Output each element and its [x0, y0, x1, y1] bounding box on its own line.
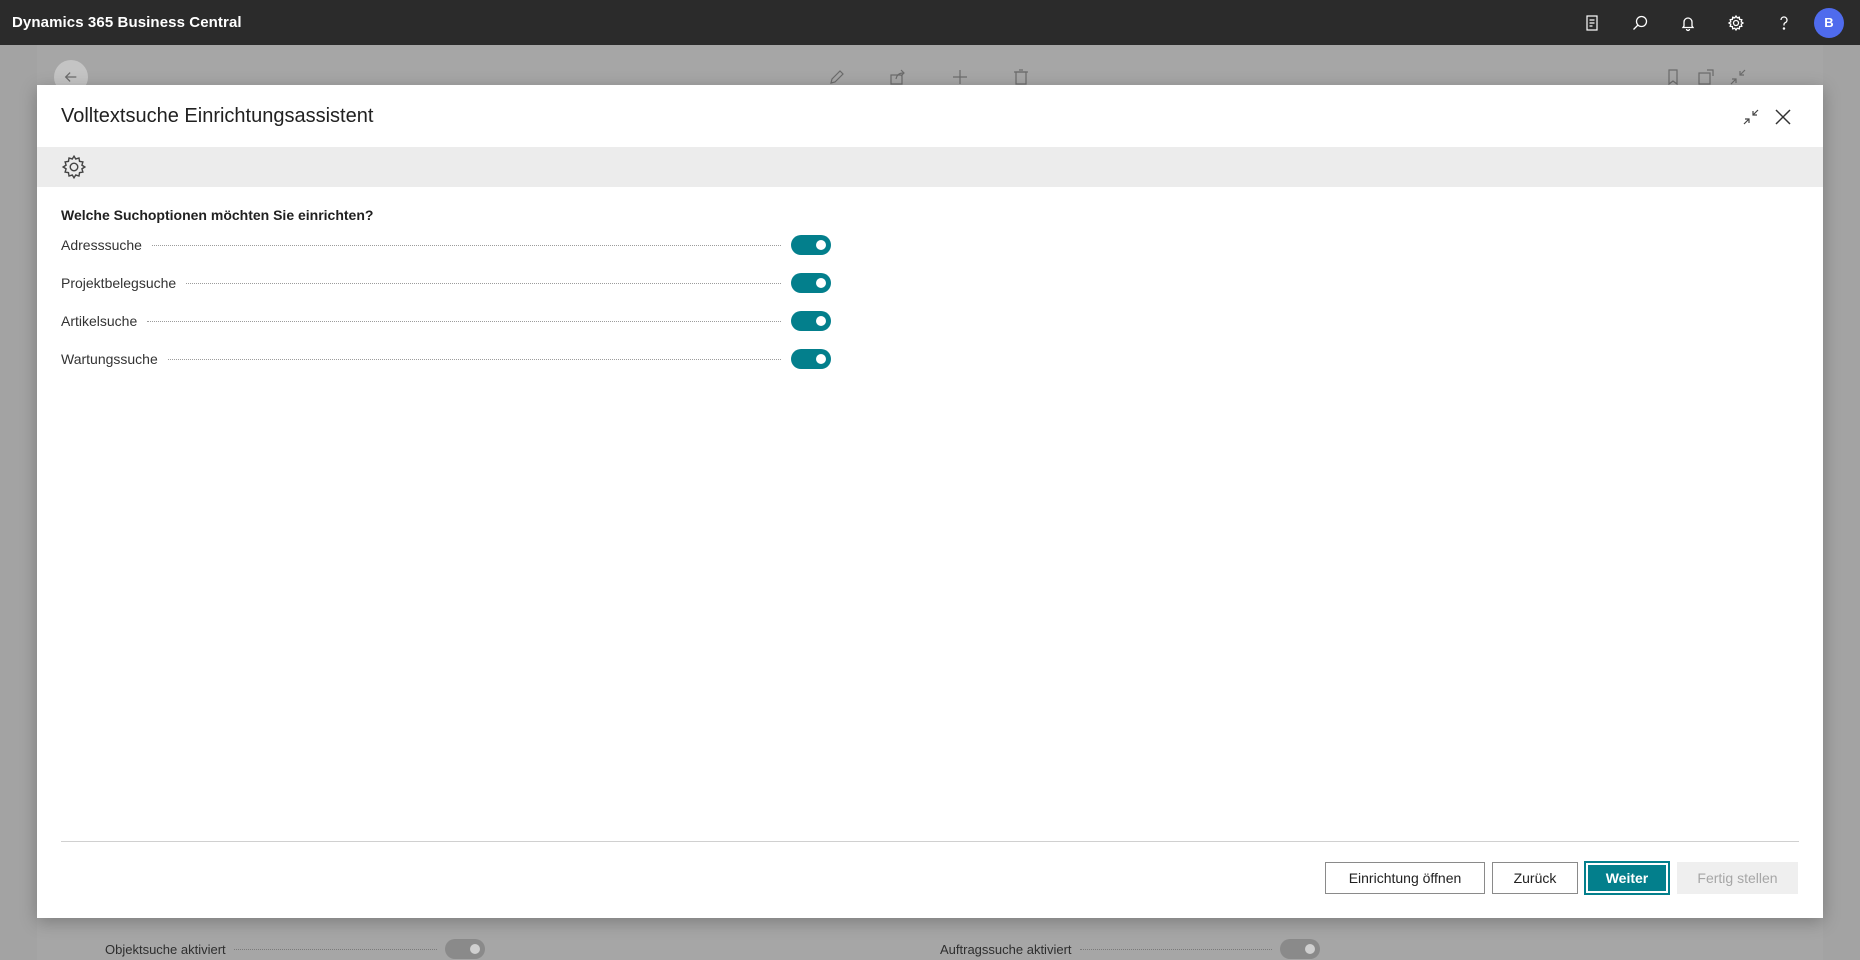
dotted-leader [186, 282, 781, 284]
option-label: Artikelsuche [61, 313, 138, 329]
dotted-leader [147, 320, 781, 322]
question-heading: Welche Suchoptionen möchten Sie einricht… [61, 207, 374, 223]
close-icon[interactable] [1769, 103, 1797, 131]
gear-icon[interactable] [1712, 0, 1760, 45]
bg-toggle [1280, 939, 1320, 959]
dotted-leader [151, 244, 781, 246]
dotted-leader [233, 948, 437, 950]
bg-field-label: Auftragssuche aktiviert [940, 941, 1072, 957]
option-label: Adresssuche [61, 237, 142, 253]
document-icon[interactable] [1568, 0, 1616, 45]
collapse-dialog-icon[interactable] [1737, 103, 1765, 131]
option-label: Projektbelegsuche [61, 275, 177, 291]
search-icon[interactable] [1616, 0, 1664, 45]
toggle-artikelsuche[interactable] [791, 311, 831, 331]
option-row-adresssuche: Adresssuche [61, 233, 831, 257]
setup-wizard-dialog: Volltextsuche Einrichtungsassistent Welc… [37, 85, 1823, 918]
header-actions: B [1568, 0, 1852, 45]
option-row-artikelsuche: Artikelsuche [61, 309, 831, 333]
toggle-projektbelegsuche[interactable] [791, 273, 831, 293]
wizard-banner [37, 147, 1823, 187]
toggle-knob [816, 354, 826, 364]
toggle-wartungssuche[interactable] [791, 349, 831, 369]
open-setup-button[interactable]: Einrichtung öffnen [1325, 862, 1485, 894]
finish-button[interactable]: Fertig stellen [1677, 862, 1798, 894]
option-label: Wartungssuche [61, 351, 158, 367]
next-button[interactable]: Weiter [1584, 861, 1670, 895]
app-header: Dynamics 365 Business Central B [0, 0, 1860, 45]
footer-divider [61, 841, 1799, 842]
option-row-wartungssuche: Wartungssuche [61, 347, 831, 371]
app-title[interactable]: Dynamics 365 Business Central [12, 14, 242, 31]
toggle-adresssuche[interactable] [791, 235, 831, 255]
dialog-title: Volltextsuche Einrichtungsassistent [61, 105, 374, 127]
gear-icon [60, 153, 88, 181]
bell-icon[interactable] [1664, 0, 1712, 45]
toggle-knob [816, 240, 826, 250]
option-row-projektbelegsuche: Projektbelegsuche [61, 271, 831, 295]
back-button[interactable]: Zurück [1492, 862, 1578, 894]
dotted-leader [167, 358, 781, 360]
bg-field-label: Objektsuche aktiviert [105, 941, 226, 957]
dotted-leader [1079, 948, 1272, 950]
toggle-knob [816, 278, 826, 288]
bg-field-auftragssuche: Auftragssuche aktiviert [940, 938, 1320, 960]
help-icon[interactable] [1760, 0, 1808, 45]
toggle-knob [816, 316, 826, 326]
bg-field-objektsuche: Objektsuche aktiviert [105, 938, 485, 960]
avatar[interactable]: B [1814, 7, 1844, 38]
bg-toggle [445, 939, 485, 959]
